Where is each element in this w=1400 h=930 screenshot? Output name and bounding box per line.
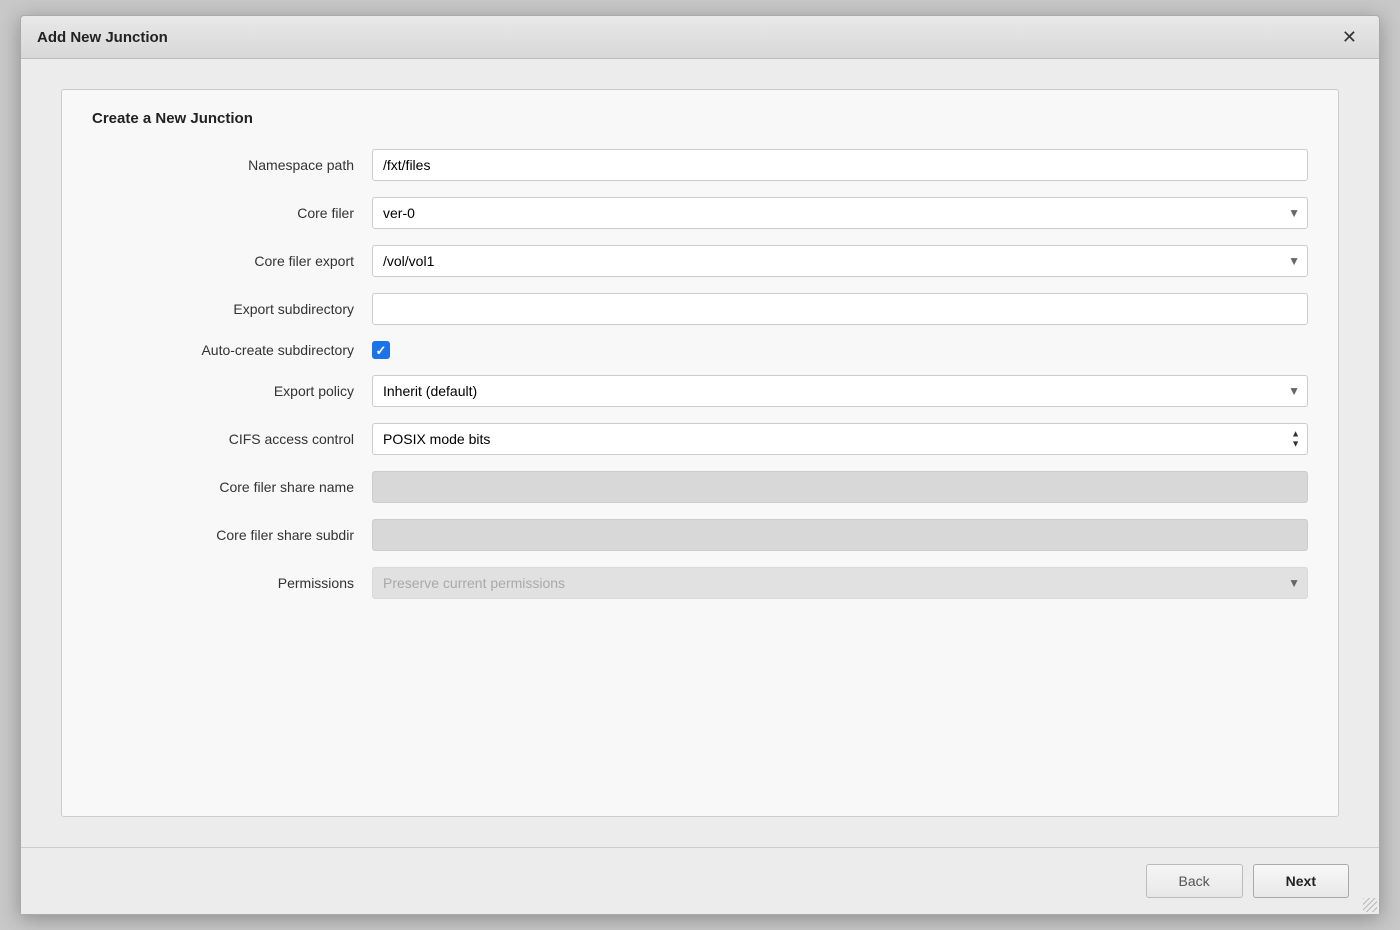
next-button[interactable]: Next <box>1253 864 1349 898</box>
cifs-access-control-label: CIFS access control <box>92 431 372 447</box>
auto-create-subdirectory-row: Auto-create subdirectory <box>92 341 1308 359</box>
dialog-titlebar: Add New Junction ✕ <box>21 16 1379 59</box>
core-filer-export-label: Core filer export <box>92 253 372 269</box>
export-policy-control: Inherit (default) ▼ <box>372 375 1308 407</box>
core-filer-share-name-row: Core filer share name <box>92 471 1308 503</box>
core-filer-share-subdir-row: Core filer share subdir <box>92 519 1308 551</box>
export-subdirectory-label: Export subdirectory <box>92 301 372 317</box>
auto-create-subdirectory-control <box>372 341 1308 359</box>
export-policy-row: Export policy Inherit (default) ▼ <box>92 375 1308 407</box>
core-filer-label: Core filer <box>92 205 372 221</box>
core-filer-export-control: /vol/vol1 ▼ <box>372 245 1308 277</box>
export-subdirectory-input[interactable] <box>372 293 1308 325</box>
export-subdirectory-row: Export subdirectory <box>92 293 1308 325</box>
core-filer-share-subdir-input[interactable] <box>372 519 1308 551</box>
export-policy-label: Export policy <box>92 383 372 399</box>
core-filer-share-subdir-label: Core filer share subdir <box>92 527 372 543</box>
form-section: Create a New Junction Namespace path Cor… <box>61 89 1339 817</box>
core-filer-control: ver-0 ▼ <box>372 197 1308 229</box>
cifs-access-control-select[interactable]: POSIX mode bits <box>372 423 1308 455</box>
namespace-path-label: Namespace path <box>92 157 372 173</box>
back-button[interactable]: Back <box>1146 864 1243 898</box>
core-filer-share-name-control <box>372 471 1308 503</box>
cifs-access-control-control: POSIX mode bits ▲ ▼ <box>372 423 1308 455</box>
auto-create-subdirectory-checkbox[interactable] <box>372 341 390 359</box>
namespace-path-input[interactable] <box>372 149 1308 181</box>
section-title: Create a New Junction <box>92 110 1308 127</box>
cifs-access-control-row: CIFS access control POSIX mode bits ▲ ▼ <box>92 423 1308 455</box>
dialog-title: Add New Junction <box>37 29 168 46</box>
resize-handle[interactable] <box>1363 898 1377 912</box>
permissions-select[interactable]: Preserve current permissions <box>372 567 1308 599</box>
export-policy-select-wrapper: Inherit (default) ▼ <box>372 375 1308 407</box>
core-filer-share-name-label: Core filer share name <box>92 479 372 495</box>
core-filer-share-name-input[interactable] <box>372 471 1308 503</box>
auto-create-checkbox-wrapper <box>372 341 1308 359</box>
close-button[interactable]: ✕ <box>1336 26 1363 48</box>
core-filer-export-select[interactable]: /vol/vol1 <box>372 245 1308 277</box>
permissions-control: Preserve current permissions ▼ <box>372 567 1308 599</box>
export-subdirectory-control <box>372 293 1308 325</box>
permissions-label: Permissions <box>92 575 372 591</box>
permissions-row: Permissions Preserve current permissions… <box>92 567 1308 599</box>
permissions-select-wrapper: Preserve current permissions ▼ <box>372 567 1308 599</box>
core-filer-select[interactable]: ver-0 <box>372 197 1308 229</box>
core-filer-share-subdir-control <box>372 519 1308 551</box>
dialog-body: Create a New Junction Namespace path Cor… <box>21 59 1379 847</box>
namespace-path-row: Namespace path <box>92 149 1308 181</box>
namespace-path-control <box>372 149 1308 181</box>
add-junction-dialog: Add New Junction ✕ Create a New Junction… <box>20 15 1380 915</box>
core-filer-export-row: Core filer export /vol/vol1 ▼ <box>92 245 1308 277</box>
cifs-access-control-select-wrapper: POSIX mode bits ▲ ▼ <box>372 423 1308 455</box>
core-filer-row: Core filer ver-0 ▼ <box>92 197 1308 229</box>
core-filer-export-select-wrapper: /vol/vol1 ▼ <box>372 245 1308 277</box>
core-filer-select-wrapper: ver-0 ▼ <box>372 197 1308 229</box>
auto-create-subdirectory-label: Auto-create subdirectory <box>92 342 372 358</box>
export-policy-select[interactable]: Inherit (default) <box>372 375 1308 407</box>
dialog-footer: Back Next <box>21 847 1379 914</box>
